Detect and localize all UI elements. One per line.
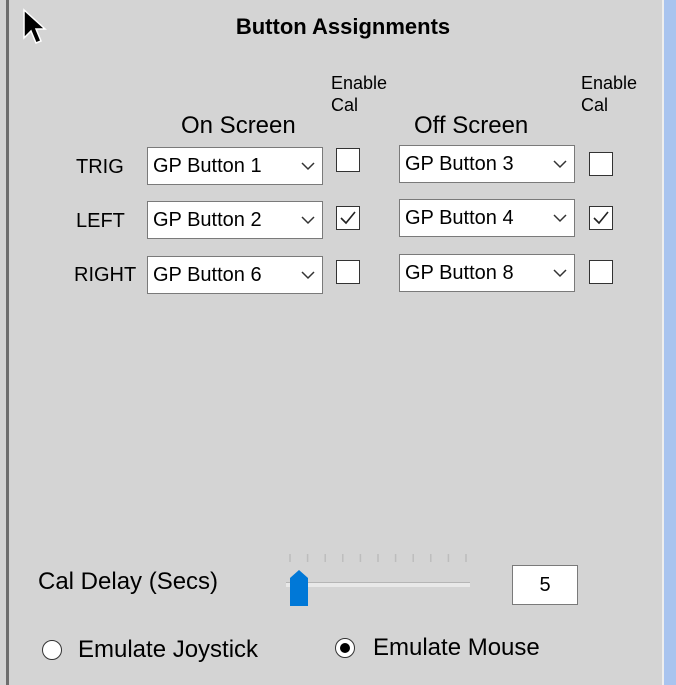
left-on-screen-dropdown[interactable]: GP Button 2 bbox=[147, 201, 323, 239]
chevron-down-icon bbox=[553, 160, 567, 169]
right-on-enable-cal-checkbox[interactable] bbox=[336, 260, 360, 284]
chevron-down-icon bbox=[553, 214, 567, 223]
row-label-left: LEFT bbox=[76, 210, 125, 232]
emulate-mouse-radio[interactable] bbox=[335, 638, 355, 658]
right-off-enable-cal-checkbox[interactable] bbox=[589, 260, 613, 284]
left-on-enable-cal-checkbox[interactable] bbox=[336, 206, 360, 230]
cal-header-line: Cal bbox=[581, 95, 609, 115]
cal-header-line: Cal bbox=[331, 95, 359, 115]
group-title: Button Assignments bbox=[235, 14, 451, 39]
trig-off-enable-cal-checkbox[interactable] bbox=[589, 152, 613, 176]
on-enable-cal-header: Enable Cal bbox=[331, 72, 387, 116]
left-off-enable-cal-checkbox[interactable] bbox=[589, 206, 613, 230]
enable-header-line: Enable bbox=[581, 73, 638, 93]
checkmark-icon bbox=[593, 211, 609, 225]
chevron-down-icon bbox=[301, 271, 315, 280]
off-screen-header: Off Screen bbox=[414, 112, 529, 139]
enable-header-line: Enable bbox=[331, 73, 388, 93]
chevron-down-icon bbox=[301, 162, 315, 171]
slider-track bbox=[286, 582, 470, 587]
slider-thumb[interactable] bbox=[290, 570, 308, 606]
checkmark-icon bbox=[340, 211, 356, 225]
slider-ticks bbox=[289, 554, 467, 562]
chevron-down-icon bbox=[301, 216, 315, 225]
off-enable-cal-header: Enable Cal bbox=[581, 72, 637, 116]
cal-delay-slider[interactable] bbox=[276, 548, 472, 608]
right-panel-strip bbox=[664, 0, 676, 685]
emulate-joystick-radio[interactable] bbox=[42, 640, 62, 660]
cal-delay-value-box[interactable]: 5 bbox=[512, 565, 578, 605]
dropdown-value: GP Button 1 bbox=[153, 155, 262, 177]
emulate-joystick-label: Emulate Joystick bbox=[78, 636, 259, 663]
row-label-trig: TRIG bbox=[76, 156, 124, 178]
dropdown-value: GP Button 4 bbox=[405, 207, 514, 229]
dropdown-value: GP Button 6 bbox=[153, 264, 262, 286]
row-label-right: RIGHT bbox=[74, 264, 137, 286]
dropdown-value: GP Button 8 bbox=[405, 262, 514, 284]
emulate-mouse-label: Emulate Mouse bbox=[373, 634, 540, 661]
chevron-down-icon bbox=[553, 269, 567, 278]
left-window-border bbox=[6, 0, 9, 685]
dropdown-value: GP Button 2 bbox=[153, 209, 262, 231]
trig-on-enable-cal-checkbox[interactable] bbox=[336, 148, 360, 172]
dropdown-value: GP Button 3 bbox=[405, 153, 514, 175]
left-off-screen-dropdown[interactable]: GP Button 4 bbox=[399, 199, 575, 237]
right-off-screen-dropdown[interactable]: GP Button 8 bbox=[399, 254, 575, 292]
on-screen-header: On Screen bbox=[181, 112, 296, 139]
cal-delay-label: Cal Delay (Secs) bbox=[38, 568, 219, 595]
trig-off-screen-dropdown[interactable]: GP Button 3 bbox=[399, 145, 575, 183]
right-on-screen-dropdown[interactable]: GP Button 6 bbox=[147, 256, 323, 294]
trig-on-screen-dropdown[interactable]: GP Button 1 bbox=[147, 147, 323, 185]
